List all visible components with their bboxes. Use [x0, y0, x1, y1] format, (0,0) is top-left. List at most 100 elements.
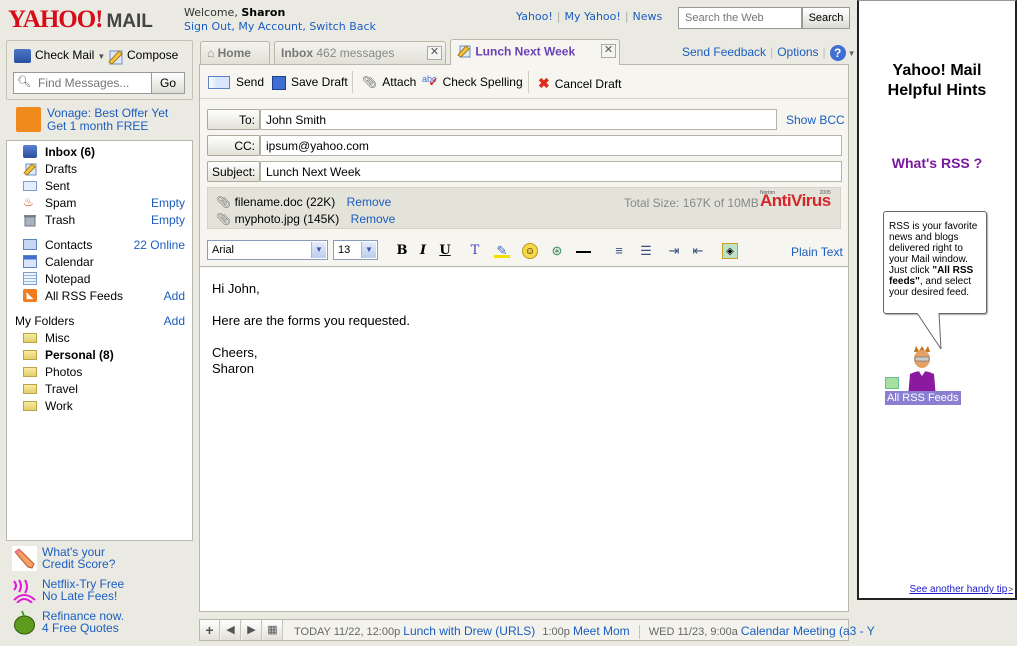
calendar-event-link[interactable]: Calendar Meeting (a3 - Y [741, 624, 875, 638]
search-icon[interactable]: 🔍︎ [17, 75, 31, 88]
close-tab-compose-icon[interactable]: ✕ [601, 44, 616, 58]
bold-icon[interactable]: B [394, 243, 410, 259]
options-link[interactable]: Options [777, 45, 818, 59]
align-icon[interactable]: ≡ [611, 243, 627, 259]
calendar-event-link[interactable]: Lunch with Drew (URLS) [403, 624, 535, 638]
folder-travel[interactable]: Travel [7, 381, 192, 398]
folder-trash[interactable]: Trash Empty [7, 212, 192, 229]
attach-button[interactable]: 📎︎ Attach [362, 75, 416, 89]
check-mail-button[interactable]: Check Mail ▼ [14, 48, 105, 63]
subject-field[interactable] [260, 161, 842, 182]
go-button[interactable]: Go [151, 72, 185, 94]
highlight-icon[interactable]: ✎ [494, 243, 510, 258]
remove-attachment-link[interactable]: Remove [347, 195, 392, 209]
plain-text-link[interactable]: Plain Text [791, 245, 843, 259]
to-button[interactable]: To: [207, 109, 260, 130]
paperclip-icon: 📎︎ [362, 75, 378, 89]
add-event-icon[interactable]: + [200, 620, 220, 640]
send-feedback-link[interactable]: Send Feedback [682, 45, 766, 59]
ad-refinance[interactable]: Refinance now. 4 Free Quotes [12, 610, 192, 642]
folder-spam[interactable]: ♨ Spam Empty [7, 195, 192, 212]
yahoo-link[interactable]: Yahoo! [516, 10, 553, 23]
empty-spam-link[interactable]: Empty [151, 196, 185, 210]
show-bcc-link[interactable]: Show BCC [786, 113, 845, 127]
next-icon[interactable]: ▶ [242, 620, 262, 640]
calendar-grid-icon[interactable]: ▦ [263, 620, 283, 640]
text-color-icon[interactable]: T [467, 243, 483, 259]
underline-icon[interactable]: U [437, 243, 453, 259]
chevron-down-icon[interactable]: ▼ [311, 242, 326, 258]
message-body[interactable]: Hi John, Here are the forms you requeste… [200, 268, 848, 611]
folder-inbox[interactable]: Inbox (6) [7, 144, 192, 161]
tab-inbox[interactable]: Inbox 462 messages ✕ [274, 41, 446, 64]
folder-icon [23, 333, 37, 343]
ad-netflix[interactable]: Netflix-Try Free No Late Fees! [12, 578, 192, 610]
cancel-draft-button[interactable]: ✖ Cancel Draft [538, 75, 621, 92]
subject-button[interactable]: Subject: [207, 161, 260, 182]
trash-icon [23, 213, 37, 227]
stationery-icon[interactable]: ◈ [722, 243, 738, 259]
chevron-down-icon[interactable]: ▼ [361, 242, 376, 258]
folder-photos[interactable]: Photos [7, 364, 192, 381]
ad-credit-score[interactable]: What's your Credit Score? [12, 546, 192, 578]
folder-misc[interactable]: Misc [7, 330, 192, 347]
help-icon[interactable]: ? [829, 45, 846, 61]
netflix-ad-icon [12, 578, 37, 604]
cc-field[interactable] [260, 135, 842, 156]
my-folders-header: My Folders Add [7, 313, 192, 330]
find-messages-input[interactable] [13, 72, 152, 94]
calendar-event-link[interactable]: Meet Mom [573, 624, 630, 638]
font-size-value: 13 [338, 244, 351, 256]
news-link[interactable]: News [633, 10, 663, 23]
folder-work[interactable]: Work [7, 398, 192, 415]
today-label: TODAY 11/22, 12:00p [294, 626, 401, 638]
horizontal-rule-icon[interactable] [575, 243, 591, 259]
check-spelling-button[interactable]: abc✓ Check Spelling [422, 74, 523, 89]
chevron-down-icon[interactable]: ▼ [848, 49, 856, 58]
account-links[interactable]: Sign Out, My Account, Switch Back [184, 20, 376, 34]
web-search-button[interactable]: Search [802, 7, 850, 29]
to-field[interactable] [260, 109, 777, 130]
font-family-value: Arial [212, 244, 235, 256]
folder-rss[interactable]: ◣ All RSS Feeds Add [7, 288, 192, 305]
emoticon-icon[interactable]: ☺ [522, 243, 538, 259]
close-tab-inbox-icon[interactable]: ✕ [427, 46, 442, 60]
antivirus-year: 2005 [819, 190, 831, 196]
remove-attachment-link[interactable]: Remove [351, 212, 396, 226]
tab-home[interactable]: ⌂ Home [200, 41, 270, 64]
yahoo-mail-logo[interactable]: YAHOO! MAIL [8, 6, 153, 34]
italic-icon[interactable]: I [415, 243, 431, 259]
chevron-down-icon[interactable]: ▼ [97, 52, 105, 61]
tab-compose[interactable]: Lunch Next Week ✕ [450, 39, 620, 65]
spam-icon: ♨ [23, 195, 34, 209]
cc-button[interactable]: CC: [207, 135, 260, 156]
folder-calendar[interactable]: Calendar [7, 254, 192, 271]
promo-line2[interactable]: Get 1 month FREE [47, 120, 168, 133]
add-rss-link[interactable]: Add [164, 289, 185, 303]
insert-link-icon[interactable]: ⊛ [549, 243, 565, 259]
another-tip-link[interactable]: See another handy tip> [909, 584, 1013, 595]
folder-personal[interactable]: Personal (8) [7, 347, 192, 364]
attach-label: Attach [382, 75, 417, 89]
folder-sent[interactable]: Sent [7, 178, 192, 195]
save-draft-button[interactable]: Save Draft [272, 75, 348, 90]
apple-ad-icon [12, 610, 37, 635]
contacts-online-link[interactable]: 22 Online [134, 238, 185, 252]
formatting-toolbar: Arial ▼ 13 ▼ B I U T ✎ ☺ ⊛ ≡ ☰ ⇥ ⇤ ◈ Pla… [200, 233, 848, 267]
bullet-list-icon[interactable]: ☰ [638, 243, 654, 259]
empty-trash-link[interactable]: Empty [151, 213, 185, 227]
indent-icon[interactable]: ⇥ [666, 243, 682, 259]
folder-contacts[interactable]: Contacts 22 Online [7, 237, 192, 254]
compose-button[interactable]: Compose [107, 48, 178, 65]
outdent-icon[interactable]: ⇤ [690, 243, 706, 259]
font-family-select[interactable]: Arial ▼ [207, 240, 328, 260]
notepad-icon [23, 272, 37, 285]
send-button[interactable]: Send [208, 75, 264, 90]
folder-notepad[interactable]: Notepad [7, 271, 192, 288]
my-yahoo-link[interactable]: My Yahoo! [565, 10, 621, 23]
web-search-input[interactable] [678, 7, 802, 29]
font-size-select[interactable]: 13 ▼ [333, 240, 378, 260]
prev-icon[interactable]: ◀ [221, 620, 241, 640]
folder-drafts[interactable]: Drafts [7, 161, 192, 178]
add-folder-link[interactable]: Add [164, 314, 185, 328]
